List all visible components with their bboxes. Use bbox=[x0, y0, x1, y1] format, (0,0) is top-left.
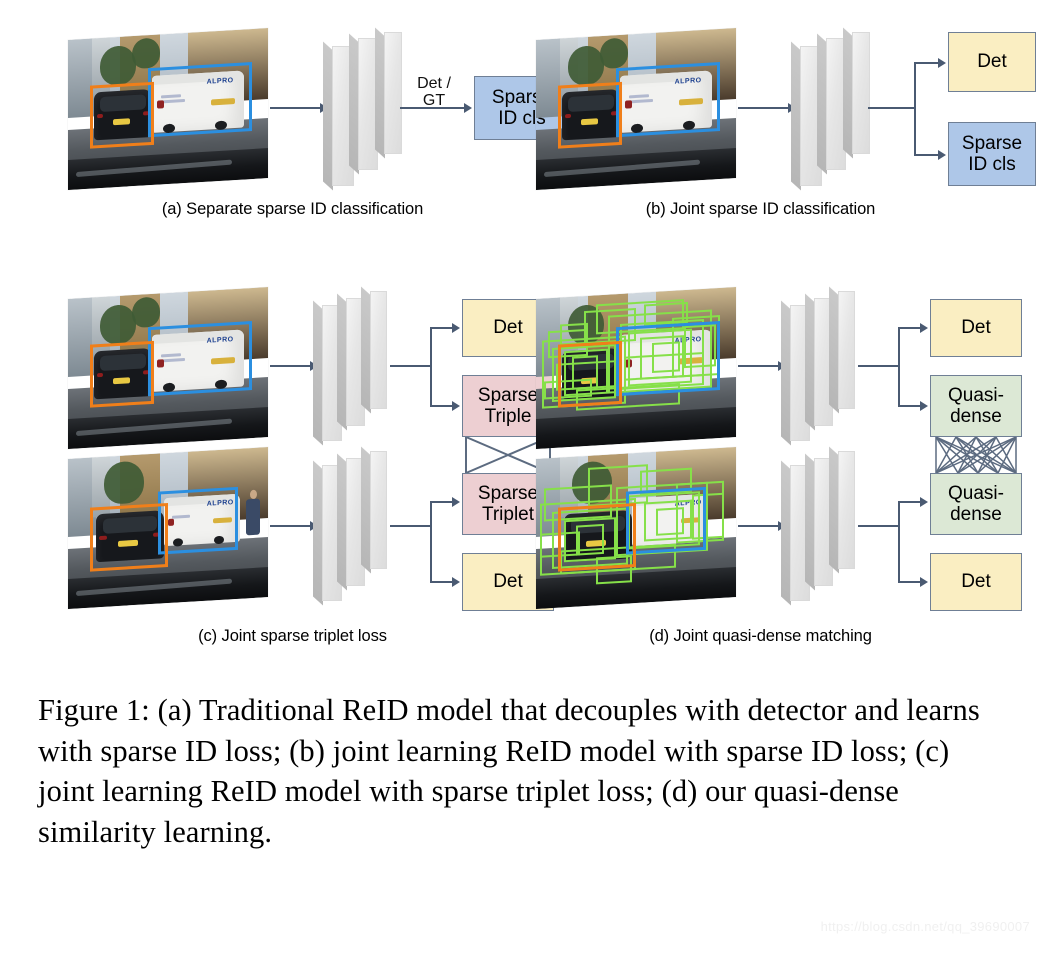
output-box-quasi-dense-bottom[interactable]: Quasi- dense bbox=[930, 473, 1022, 535]
bbox-van bbox=[626, 486, 706, 555]
network-stack bbox=[323, 27, 432, 191]
watermark: https://blog.csdn.net/qq_39690007 bbox=[820, 919, 1030, 934]
panel-a-caption: (a) Separate sparse ID classification bbox=[161, 200, 424, 218]
slab-face bbox=[838, 291, 855, 409]
pedestrian-head bbox=[249, 489, 257, 500]
network-layer bbox=[829, 286, 855, 414]
output-box-quasi-dense-top[interactable]: Quasi- dense bbox=[930, 375, 1022, 437]
figure-1: ALPRO Det / GT Sparse ID cls (a) Separat… bbox=[0, 0, 1042, 954]
quasi-dense-match-crossing bbox=[930, 436, 1022, 474]
edge-label-det-gt: Det / GT bbox=[417, 75, 451, 109]
bbox-van bbox=[158, 486, 238, 555]
connector-branch-vertical-2 bbox=[430, 501, 432, 583]
panel-d-photo-frame-1: ALPRO bbox=[536, 287, 736, 449]
bbox-suv bbox=[558, 340, 622, 408]
arrow-head bbox=[938, 150, 946, 160]
slab-face bbox=[370, 451, 387, 569]
connector-image-to-network-2 bbox=[270, 525, 312, 527]
panel-d-photo-frame-2: ALPRO bbox=[536, 447, 736, 609]
arrow-head bbox=[452, 577, 460, 587]
street-scene-image: ALPRO bbox=[536, 28, 736, 190]
street-scene-image: ALPRO bbox=[68, 447, 268, 609]
bbox-van bbox=[148, 321, 252, 397]
output-box-det-top[interactable]: Det bbox=[930, 299, 1022, 357]
arrow-head bbox=[452, 323, 460, 333]
bbox-van bbox=[148, 62, 252, 138]
panel-c: ALPRO Det Sparse Triple Sparse Triplet D… bbox=[60, 285, 554, 660]
connector-network-trunk bbox=[868, 107, 916, 109]
pedestrian bbox=[246, 489, 260, 536]
arrow-head bbox=[920, 323, 928, 333]
bbox-van bbox=[616, 62, 720, 138]
panel-b: ALPRO Det Sparse ID cls (b) Joint sparse… bbox=[528, 18, 1036, 233]
arrow-head bbox=[920, 577, 928, 587]
street-scene-image: ALPRO bbox=[68, 28, 268, 190]
arrow-head bbox=[938, 58, 946, 68]
panel-a: ALPRO Det / GT Sparse ID cls (a) Separat… bbox=[60, 18, 570, 233]
output-box-det[interactable]: Det bbox=[948, 32, 1036, 92]
street-scene-image-dense: ALPRO bbox=[536, 447, 736, 609]
panel-b-caption: (b) Joint sparse ID classification bbox=[645, 200, 876, 218]
quasi-dense-match-svg bbox=[935, 436, 1017, 474]
network-stack bbox=[791, 27, 900, 191]
street-scene-image-dense: ALPRO bbox=[536, 287, 736, 449]
network-layer bbox=[843, 27, 870, 159]
bbox-suv bbox=[558, 81, 622, 149]
connector-network-trunk-2 bbox=[390, 525, 432, 527]
connector-image-to-network bbox=[738, 107, 790, 109]
proposal-box bbox=[644, 301, 688, 326]
output-box-sparse-id-cls[interactable]: Sparse ID cls bbox=[948, 122, 1036, 186]
figure-caption: Figure 1: (a) Traditional ReID model tha… bbox=[38, 693, 980, 849]
connector-image-to-network bbox=[270, 107, 322, 109]
panel-d-caption: (d) Joint quasi-dense matching bbox=[649, 627, 872, 645]
slab-face bbox=[852, 32, 870, 154]
network-layer bbox=[829, 446, 855, 574]
panel-c-photo-frame-1: ALPRO bbox=[68, 287, 268, 449]
network-layer bbox=[361, 446, 387, 574]
connector-network-trunk bbox=[858, 365, 900, 367]
panel-a-photo: ALPRO bbox=[68, 28, 268, 190]
connector-image-to-network bbox=[738, 365, 780, 367]
panel-d: ALPRO Det Quasi- dense Quasi- dense Det … bbox=[528, 285, 1022, 660]
connector-network-trunk bbox=[390, 365, 432, 367]
panel-b-photo: ALPRO bbox=[536, 28, 736, 190]
connector-image-to-network bbox=[270, 365, 312, 367]
bbox-suv bbox=[558, 502, 636, 572]
arrow-head bbox=[452, 497, 460, 507]
arrow-head bbox=[452, 401, 460, 411]
connector-network-trunk-2 bbox=[858, 525, 900, 527]
arrow-head bbox=[920, 401, 928, 411]
bbox-suv bbox=[90, 340, 154, 408]
arrow-head bbox=[920, 497, 928, 507]
connector-branch-vertical bbox=[430, 327, 432, 407]
bbox-suv bbox=[90, 502, 168, 572]
panel-c-photo-frame-2: ALPRO bbox=[68, 447, 268, 609]
connector-branch-vertical-2 bbox=[898, 501, 900, 583]
connector-image-to-network-2 bbox=[738, 525, 780, 527]
panel-c-caption: (c) Joint sparse triplet loss bbox=[198, 627, 387, 645]
connector-branch-vertical bbox=[898, 327, 900, 407]
bbox-van bbox=[616, 321, 720, 397]
network-layer bbox=[361, 286, 387, 414]
slab-face bbox=[370, 291, 387, 409]
connector-branch-vertical bbox=[914, 62, 916, 156]
bbox-suv bbox=[90, 81, 154, 149]
output-box-det-bottom[interactable]: Det bbox=[930, 553, 1022, 611]
slab-face bbox=[838, 451, 855, 569]
street-scene-image: ALPRO bbox=[68, 287, 268, 449]
